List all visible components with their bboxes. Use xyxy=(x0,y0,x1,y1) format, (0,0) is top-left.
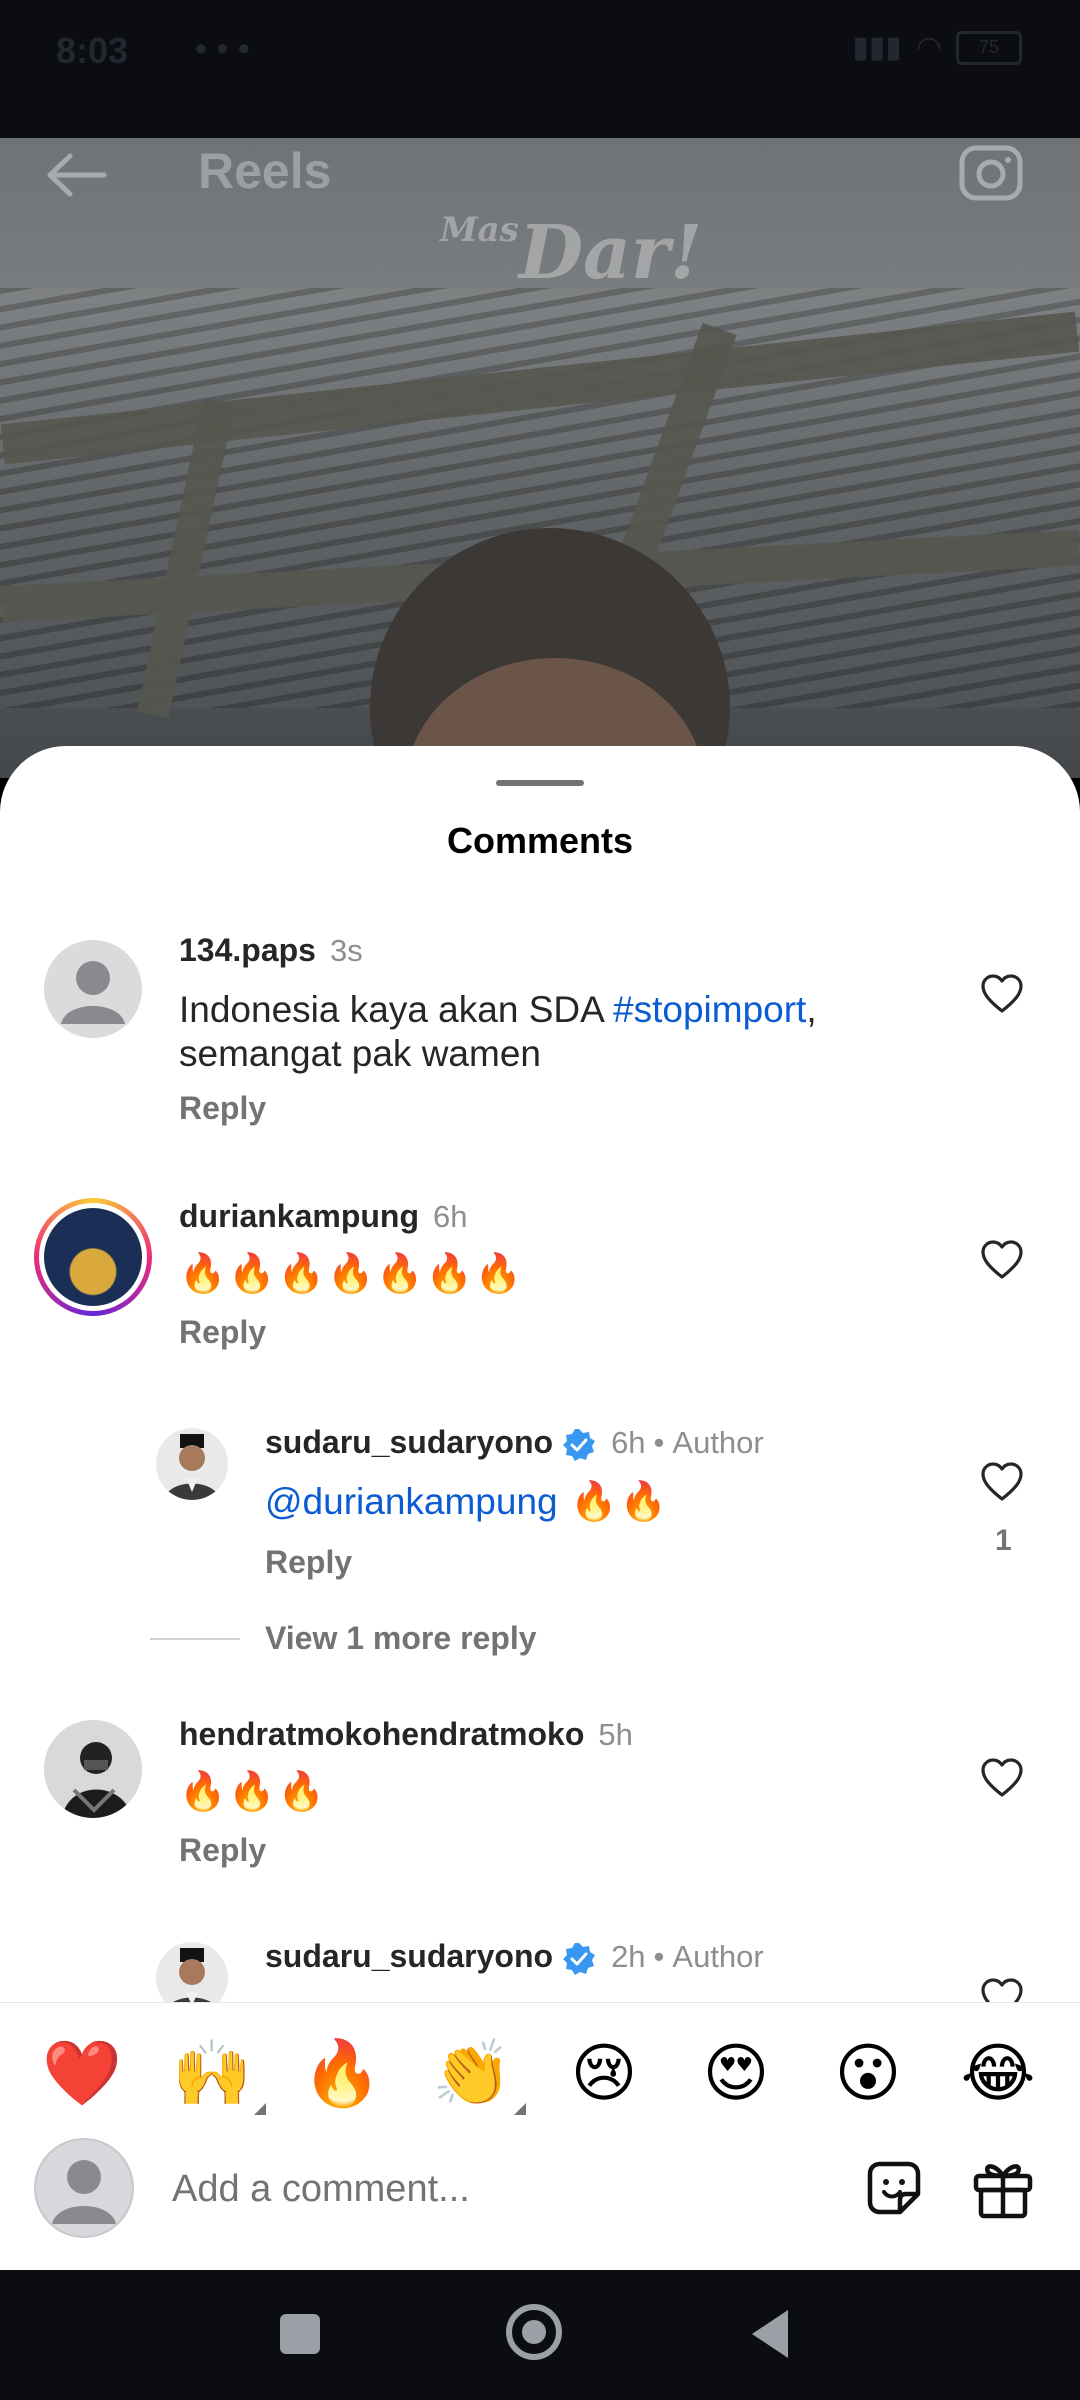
comment-username[interactable]: duriankampung 6h xyxy=(179,1198,468,1235)
durian-avatar-image xyxy=(44,1208,142,1306)
current-user-avatar xyxy=(34,2138,134,2238)
reply-button[interactable]: Reply xyxy=(265,1544,352,1581)
back-arrow-icon[interactable] xyxy=(44,150,108,200)
comment-input[interactable] xyxy=(170,2158,814,2220)
recent-apps-button[interactable] xyxy=(280,2314,320,2354)
comment-time: 2h xyxy=(611,1939,646,1974)
comment-time: 6h xyxy=(611,1425,646,1460)
reaction-clap[interactable]: 👏 xyxy=(432,2035,526,2115)
status-bar: 8:03 • • • ▮▮▮ ◠ 75 xyxy=(0,0,1080,138)
comment-input-bar xyxy=(0,2132,1080,2270)
author-label: Author xyxy=(672,1425,764,1460)
quick-reactions-bar: ❤️ 🙌 🔥 👏 😢 😍 😮 😂 xyxy=(0,2002,1080,2133)
comment-username[interactable]: sudaru_sudaryono 6h • Author xyxy=(265,1424,764,1463)
heart-icon[interactable] xyxy=(980,1462,1024,1502)
comment-emojis: 🔥🔥 xyxy=(557,1481,669,1523)
comment-text: 🔥🔥🔥 xyxy=(179,1771,327,1813)
reaction-crying[interactable]: 😢 xyxy=(564,2035,644,2111)
wifi-icon: ◠ xyxy=(915,31,942,64)
reply-button[interactable]: Reply xyxy=(179,1314,266,1351)
mention-link[interactable]: @duriankampung xyxy=(265,1481,558,1522)
avatar[interactable] xyxy=(44,1720,142,1818)
system-nav-bar xyxy=(0,2270,1080,2400)
home-button[interactable] xyxy=(506,2304,562,2360)
sheet-drag-handle[interactable] xyxy=(496,780,584,786)
username-text[interactable]: 134.paps xyxy=(179,932,316,968)
avatar[interactable] xyxy=(156,1428,228,1500)
username-text[interactable]: sudaru_sudaryono xyxy=(265,1424,553,1460)
comment-time: 6h xyxy=(433,1199,468,1234)
gift-icon[interactable] xyxy=(970,2154,1036,2220)
reaction-heart[interactable]: ❤️ xyxy=(42,2035,122,2111)
reply-button[interactable]: Reply xyxy=(179,1832,266,1869)
comment-text-part: Indonesia kaya akan SDA xyxy=(179,989,614,1030)
watermark-text: Dar! xyxy=(518,210,703,296)
heart-icon[interactable] xyxy=(980,1240,1024,1280)
status-icons: ▮▮▮ ◠ 75 xyxy=(852,30,1022,65)
battery-level: 75 xyxy=(978,37,1000,57)
author-separator: • xyxy=(653,1939,665,1974)
system-back-button[interactable] xyxy=(752,2310,788,2358)
reply-button[interactable]: Reply xyxy=(179,1090,266,1127)
battery-icon: 75 xyxy=(956,30,1022,65)
heart-icon[interactable] xyxy=(980,974,1024,1014)
reaction-heart-eyes[interactable]: 😍 xyxy=(696,2035,776,2111)
skin-tone-indicator-icon xyxy=(254,2103,266,2115)
comment-text: Indonesia kaya akan SDA #stopimport, sem… xyxy=(179,988,899,1076)
like-count: 1 xyxy=(995,1524,1012,1557)
status-time: 8:03 xyxy=(56,30,129,71)
verified-badge-icon xyxy=(563,1428,596,1461)
reaction-glyph: 👏 xyxy=(432,2037,512,2109)
avatar[interactable] xyxy=(44,940,142,1038)
comment-text: @@duriankampung 🔥🔥 xyxy=(265,1480,669,1524)
hendratmoko-avatar-image xyxy=(44,1720,142,1818)
reaction-raised-hands[interactable]: 🙌 xyxy=(172,2035,266,2115)
reaction-fire[interactable]: 🔥 xyxy=(302,2035,382,2111)
heart-icon[interactable] xyxy=(980,1758,1024,1798)
comment-username[interactable]: 134.paps 3s xyxy=(179,932,363,969)
camera-icon[interactable] xyxy=(958,142,1024,202)
username-text[interactable]: duriankampung xyxy=(179,1198,419,1234)
hashtag-link[interactable]: #stopimport xyxy=(613,989,806,1030)
comment-username[interactable]: hendratmokohendratmoko 5h xyxy=(179,1716,633,1753)
author-avatar-image xyxy=(164,1434,220,1500)
author-separator: • xyxy=(653,1425,665,1460)
default-avatar-icon xyxy=(61,961,125,1024)
sticker-icon[interactable] xyxy=(862,2156,926,2220)
username-text[interactable]: sudaru_sudaryono xyxy=(265,1938,553,1974)
reaction-surprised[interactable]: 😮 xyxy=(828,2035,908,2111)
author-label: Author xyxy=(672,1939,764,1974)
sheet-title: Comments xyxy=(446,820,634,861)
comment-username[interactable]: sudaru_sudaryono 2h • Author xyxy=(265,1938,764,1977)
status-notification-dots: • • • xyxy=(195,30,250,68)
username-text[interactable]: hendratmokohendratmoko xyxy=(179,1716,584,1752)
comment-time: 5h xyxy=(598,1717,633,1752)
video-watermark: MasDar! xyxy=(440,210,702,296)
view-more-replies-button[interactable]: View 1 more reply xyxy=(265,1620,537,1657)
signal-icon: ▮▮▮ xyxy=(852,31,902,64)
watermark-small: Mas xyxy=(440,210,519,250)
skin-tone-indicator-icon xyxy=(514,2103,526,2115)
reaction-glyph: 🙌 xyxy=(172,2037,252,2109)
avatar[interactable] xyxy=(34,1198,152,1316)
reaction-laughing[interactable]: 😂 xyxy=(958,2035,1038,2111)
page-title: Reels xyxy=(198,143,332,199)
comment-time: 3s xyxy=(329,933,363,968)
comment-text: 🔥🔥🔥🔥🔥🔥🔥 xyxy=(179,1253,525,1295)
verified-badge-icon xyxy=(563,1942,596,1975)
view-more-divider xyxy=(150,1638,240,1640)
default-avatar-icon xyxy=(52,2160,116,2224)
